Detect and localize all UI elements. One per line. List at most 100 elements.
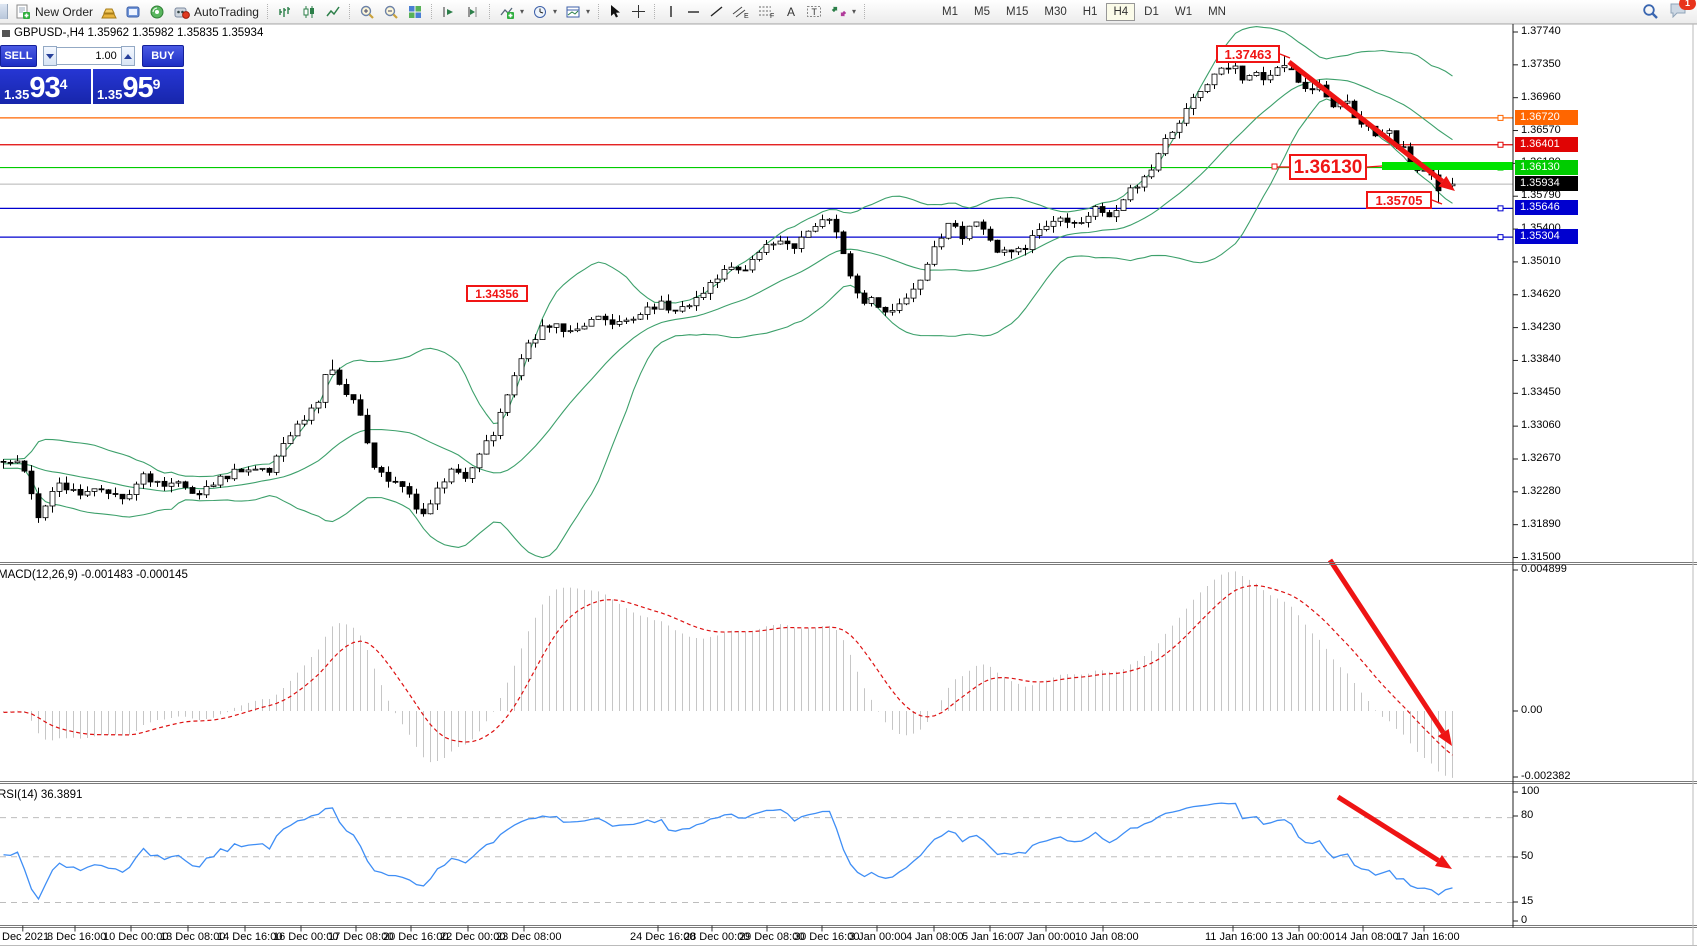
svg-text:T: T — [812, 7, 818, 17]
volume-input[interactable] — [57, 47, 121, 65]
signals-button[interactable] — [145, 2, 169, 22]
trendline-tool-button[interactable] — [705, 2, 728, 22]
shapes-icon — [831, 4, 847, 19]
sell-price-main: 93 — [29, 75, 59, 102]
periods-button[interactable]: ▾ — [528, 2, 561, 22]
annotation-connector-line — [1367, 166, 1382, 167]
market-depth-button[interactable] — [97, 2, 121, 22]
highlight-green-bar[interactable] — [1382, 162, 1513, 170]
chart-shift-icon — [465, 4, 481, 20]
label-icon: T — [806, 4, 823, 19]
volume-increase-button[interactable] — [121, 46, 135, 66]
bar-chart-icon — [277, 4, 293, 20]
text-label-tool-button[interactable]: T — [802, 2, 827, 22]
timeframe-button-m1[interactable]: M1 — [935, 3, 965, 21]
equidistant-channel-tool-button[interactable]: E — [728, 2, 754, 22]
clock-icon — [532, 4, 548, 20]
level-line-handle[interactable] — [1498, 235, 1503, 240]
annotation-connector-line — [1432, 200, 1442, 204]
spinner-down-icon — [46, 54, 54, 59]
zoom-out-icon — [383, 4, 399, 20]
svg-text:F: F — [770, 13, 774, 19]
arrows-dropdown-icon[interactable]: ▾ — [852, 7, 856, 16]
cursor-tool-button[interactable] — [604, 2, 627, 22]
autotrading-label: AutoTrading — [194, 5, 259, 19]
new-order-button[interactable]: New Order — [11, 2, 97, 22]
indicators-icon — [499, 4, 515, 20]
candlestick-series — [1, 55, 1455, 523]
arrows-tool-button[interactable]: ▾ — [827, 2, 860, 22]
buy-price-sup: 9 — [153, 69, 161, 99]
sell-price-int: 1.35 — [4, 87, 29, 102]
new-order-label: New Order — [35, 5, 93, 19]
terminal-button[interactable] — [121, 2, 145, 22]
rsi-indicator-label: RSI(14) 36.3891 — [0, 789, 82, 801]
vertical-line-icon — [664, 4, 678, 19]
sell-price-display[interactable]: 1.35 93 4 — [0, 69, 91, 104]
annotation-handle[interactable] — [1272, 164, 1277, 169]
zoom-out-button[interactable] — [379, 2, 403, 22]
cursor-icon — [608, 4, 623, 19]
timeframe-button-w1[interactable]: W1 — [1168, 3, 1199, 21]
text-tool-button[interactable]: A — [780, 2, 802, 22]
text-icon: A — [784, 4, 798, 19]
chart-shift-button[interactable] — [461, 2, 485, 22]
volume-decrease-button[interactable] — [43, 46, 57, 66]
fibonacci-icon: F — [758, 4, 776, 19]
bar-chart-button[interactable] — [273, 2, 297, 22]
timeframe-toolbar: M1M5M15M30H1H4D1W1MN — [934, 3, 1234, 21]
vertical-line-tool-button[interactable] — [660, 2, 682, 22]
timeframe-button-d1[interactable]: D1 — [1137, 3, 1166, 21]
templates-dropdown-icon[interactable]: ▾ — [586, 7, 590, 16]
candlestick-chart-button[interactable] — [297, 2, 321, 22]
level-line-handle[interactable] — [1498, 115, 1503, 120]
crosshair-tool-button[interactable] — [627, 2, 650, 22]
indicators-dropdown-icon[interactable]: ▾ — [520, 7, 524, 16]
trend-arrow[interactable] — [1289, 62, 1442, 181]
line-chart-icon — [325, 4, 341, 20]
buy-button[interactable]: BUY — [142, 45, 184, 67]
level-line-handle[interactable] — [1498, 142, 1503, 147]
level-line-handle[interactable] — [1498, 206, 1503, 211]
line-chart-button[interactable] — [321, 2, 345, 22]
zoom-in-button[interactable] — [355, 2, 379, 22]
tile-windows-icon — [407, 4, 423, 20]
autotrading-button[interactable]: AutoTrading — [169, 2, 263, 22]
svg-text:E: E — [744, 13, 749, 19]
timeframe-button-m15[interactable]: M15 — [999, 3, 1035, 21]
timeframe-button-mn[interactable]: MN — [1201, 3, 1233, 21]
symbol-ohlc-title: GBPUSD-,H4 1.35962 1.35982 1.35835 1.359… — [14, 27, 263, 39]
svg-text:A: A — [787, 5, 795, 19]
notification-badge: 1 — [1679, 0, 1696, 10]
templates-button[interactable]: ▾ — [561, 2, 594, 22]
macd-histogram — [4, 571, 1453, 778]
crosshair-icon — [631, 4, 646, 19]
trend-arrow[interactable] — [1330, 560, 1443, 733]
fibonacci-tool-button[interactable]: F — [754, 2, 780, 22]
tile-windows-button[interactable] — [403, 2, 427, 22]
spinner-up-icon — [124, 54, 132, 59]
trend-arrow[interactable] — [1338, 797, 1438, 860]
timeframe-button-h1[interactable]: H1 — [1076, 3, 1105, 21]
chart-symbol-icon — [2, 30, 10, 37]
notifications-button[interactable]: 1 — [1669, 1, 1689, 21]
sell-button[interactable]: SELL — [0, 45, 37, 67]
auto-scroll-button[interactable] — [437, 2, 461, 22]
timeframe-button-h4[interactable]: H4 — [1106, 3, 1135, 21]
terminal-icon — [125, 4, 141, 20]
one-click-trading-panel: SELL BUY 1.35 93 4 1.35 95 9 — [0, 45, 184, 104]
clipped-toolbar-icon[interactable] — [0, 4, 8, 19]
horizontal-line-tool-button[interactable] — [682, 2, 705, 22]
macd-indicator-label: MACD(12,26,9) -0.001483 -0.000145 — [0, 569, 188, 581]
templates-icon — [565, 4, 581, 20]
periods-dropdown-icon[interactable]: ▾ — [553, 7, 557, 16]
horizontal-level-lines[interactable] — [0, 118, 1513, 237]
indicators-button[interactable]: ▾ — [495, 2, 528, 22]
search-icon[interactable] — [1642, 3, 1659, 20]
buy-price-display[interactable]: 1.35 95 9 — [93, 69, 184, 104]
gold-icon — [101, 4, 117, 20]
chart-canvas[interactable] — [0, 0, 1697, 947]
timeframe-button-m5[interactable]: M5 — [967, 3, 997, 21]
main-toolbar: New Order AutoTrading ▾ — [0, 0, 1697, 24]
timeframe-button-m30[interactable]: M30 — [1037, 3, 1073, 21]
